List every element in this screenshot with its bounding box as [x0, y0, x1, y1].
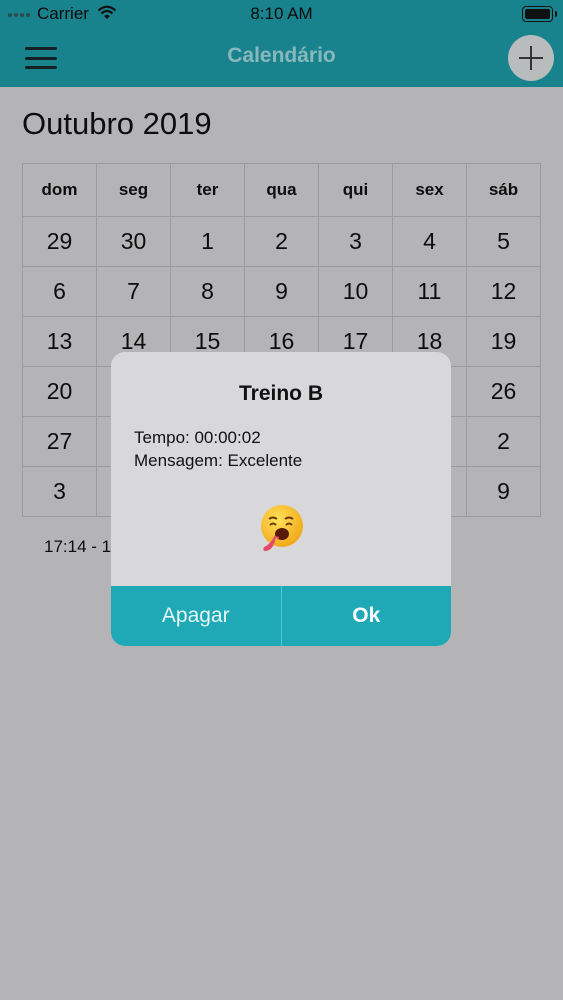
calendar-day[interactable]: 6: [22, 266, 97, 317]
calendar-day[interactable]: 11: [392, 266, 467, 317]
exhausted-face-emoji-icon: [261, 505, 303, 551]
calendar-day[interactable]: 7: [96, 266, 171, 317]
calendar-day[interactable]: 2: [466, 416, 541, 467]
calendar-day[interactable]: 20: [22, 366, 97, 417]
alert-time-text: Tempo: 00:00:02: [134, 428, 261, 447]
calendar-day[interactable]: 19: [466, 316, 541, 367]
month-title: Outubro 2019: [22, 106, 212, 141]
add-button[interactable]: [508, 35, 554, 81]
alert-actions: Apagar Ok: [111, 586, 451, 646]
ok-button[interactable]: Ok: [282, 586, 452, 646]
page-title: Calendário: [227, 44, 336, 67]
calendar-day[interactable]: 5: [466, 216, 541, 267]
weekday-label: seg: [96, 163, 171, 217]
weekday-label: sáb: [466, 163, 541, 217]
status-time: 8:10 AM: [250, 4, 313, 23]
calendar-day[interactable]: 29: [22, 216, 97, 267]
calendar-day[interactable]: 1: [170, 216, 245, 267]
calendar-day[interactable]: 27: [22, 416, 97, 467]
calendar-day[interactable]: 13: [22, 316, 97, 367]
calendar-day[interactable]: 8: [170, 266, 245, 317]
calendar-day[interactable]: 9: [466, 466, 541, 517]
nav-bar: Calendário: [0, 29, 563, 87]
status-bar: Carrier 8:10 AM: [0, 0, 563, 29]
weekday-label: qua: [244, 163, 319, 217]
calendar-day[interactable]: 10: [318, 266, 393, 317]
battery-icon: [522, 6, 557, 22]
calendar-day[interactable]: 9: [244, 266, 319, 317]
alert-dialog: Treino B Tempo: 00:00:02 Mensagem: Excel…: [111, 352, 451, 646]
weekday-label: sex: [392, 163, 467, 217]
calendar-day[interactable]: 3: [22, 466, 97, 517]
calendar-week: 6 7 8 9 10 11 12: [22, 266, 541, 317]
calendar-day[interactable]: 4: [392, 216, 467, 267]
weekday-label: ter: [170, 163, 245, 217]
calendar-day[interactable]: 12: [466, 266, 541, 317]
weekday-label: dom: [22, 163, 97, 217]
alert-title: Treino B: [238, 382, 323, 405]
calendar-day[interactable]: 2: [244, 216, 319, 267]
calendar-day[interactable]: 30: [96, 216, 171, 267]
event-entry[interactable]: 17:14 - 1: [44, 537, 111, 557]
calendar-day[interactable]: 3: [318, 216, 393, 267]
calendar-day[interactable]: 26: [466, 366, 541, 417]
weekday-header: dom seg ter qua qui sex sáb: [22, 163, 541, 217]
weekday-label: qui: [318, 163, 393, 217]
delete-button[interactable]: Apagar: [111, 586, 282, 646]
alert-message-text: Mensagem: Excelente: [134, 451, 303, 470]
calendar-week: 29 30 1 2 3 4 5: [22, 216, 541, 267]
